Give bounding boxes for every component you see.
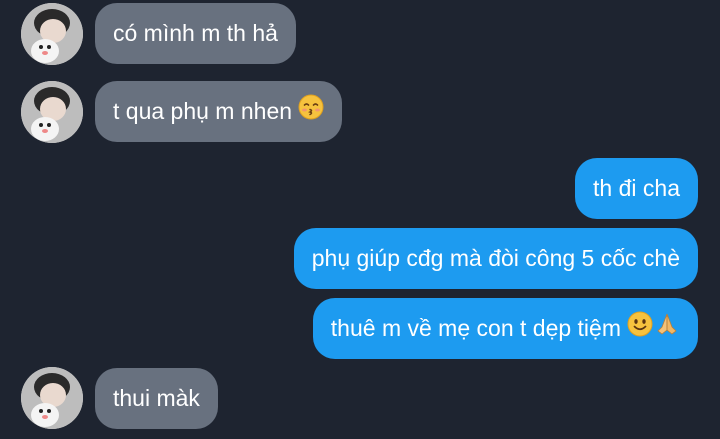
contact-avatar[interactable] (21, 367, 83, 429)
message-bubble-incoming[interactable]: thui màk (95, 368, 218, 429)
message-text: thui màk (113, 385, 200, 411)
message-bubble-incoming[interactable]: có mình m th hả (95, 3, 296, 64)
message-text: phụ giúp cđg mà đòi công 5 cốc chè (311, 245, 680, 271)
message-text: th đi cha (593, 175, 680, 201)
message-bubble-outgoing[interactable]: thuê m về mẹ con t dẹp tiệm (312, 298, 698, 360)
contact-avatar[interactable] (21, 3, 83, 65)
message-text: có mình m th hả (113, 20, 278, 46)
contact-avatar[interactable] (21, 81, 83, 143)
message-bubble-incoming[interactable]: t qua phụ m nhen (95, 81, 343, 143)
slightly-smiling-face-emoji-icon (627, 299, 653, 360)
message-bubble-outgoing[interactable]: phụ giúp cđg mà đòi công 5 cốc chè (293, 228, 698, 289)
kissing-face-emoji-icon (298, 82, 324, 143)
message-bubble-outgoing[interactable]: th đi cha (575, 158, 698, 219)
message-text: t qua phụ m nhen (113, 98, 293, 124)
chat-thread: có mình m th hả t qua phụ m nhen th đi c… (0, 0, 720, 439)
message-text: thuê m về mẹ con t dẹp tiệm (330, 315, 621, 341)
folded-hands-emoji-icon (654, 299, 680, 360)
